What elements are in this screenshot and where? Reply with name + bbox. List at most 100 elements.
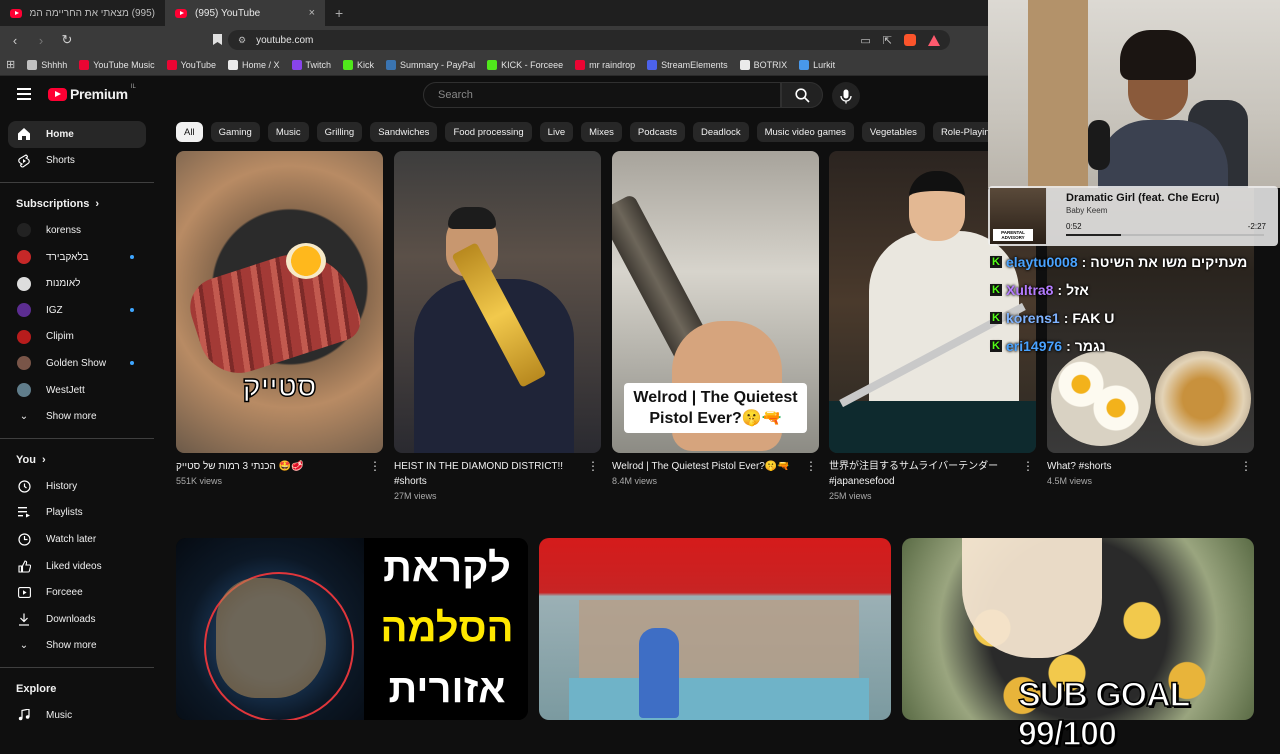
sidebar-item-subscription[interactable]: Golden Show bbox=[8, 350, 146, 377]
reload-icon[interactable]: ↻ bbox=[60, 32, 74, 48]
pool bbox=[569, 678, 869, 720]
bookmark-item[interactable]: mr raindrop bbox=[575, 59, 635, 70]
filter-chip[interactable]: Role-Playing bbox=[932, 122, 988, 142]
forward-icon[interactable]: › bbox=[34, 33, 48, 48]
sidebar-item-forceee[interactable]: Forceee bbox=[8, 579, 146, 606]
brave-rewards-icon[interactable] bbox=[928, 34, 940, 46]
bookmark-icon[interactable] bbox=[210, 33, 224, 48]
bookmark-item[interactable]: YouTube Music bbox=[79, 59, 155, 70]
menu-icon[interactable] bbox=[17, 88, 31, 100]
short-title: 世界が注目するサムライバーテンダー #japanesefood ⋮ bbox=[829, 459, 1036, 489]
short-title-text: 世界が注目するサムライバーテンダー #japanesefood bbox=[829, 461, 999, 487]
short-thumbnail[interactable] bbox=[394, 151, 601, 453]
more-actions-icon[interactable]: ⋮ bbox=[587, 459, 599, 474]
sidebar-item-watch-later[interactable]: Watch later bbox=[8, 526, 146, 553]
filter-chip[interactable]: Vegetables bbox=[861, 122, 925, 142]
bookmark-item[interactable]: Twitch bbox=[291, 59, 331, 70]
browser-tab[interactable]: (995) מצאתי את החריימה המושלמת. bbox=[0, 0, 165, 26]
bookmark-item[interactable]: StreamElements bbox=[647, 59, 728, 70]
filter-chip[interactable]: Music video games bbox=[756, 122, 854, 142]
avatar bbox=[17, 250, 31, 265]
bookmark-item[interactable]: Lurkit bbox=[799, 59, 836, 70]
sidebar-item-liked-videos[interactable]: Liked videos bbox=[8, 553, 146, 580]
bookmark-item[interactable]: Kick bbox=[343, 59, 374, 70]
bookmark-item[interactable]: Shhhh bbox=[27, 59, 67, 70]
bookmark-label: Summary - PayPal bbox=[400, 59, 476, 70]
chat-text: מעתיקים משו את השיטה bbox=[1090, 254, 1248, 270]
avatar bbox=[17, 223, 31, 238]
back-icon[interactable]: ‹ bbox=[8, 33, 22, 48]
site-info-icon[interactable]: ⚙ bbox=[238, 35, 246, 46]
more-actions-icon[interactable]: ⋮ bbox=[369, 459, 381, 474]
more-actions-icon[interactable]: ⋮ bbox=[1240, 459, 1252, 474]
voice-search-button[interactable] bbox=[832, 82, 860, 110]
bookmark-item[interactable]: KICK - Forceee bbox=[487, 59, 563, 70]
filter-chip[interactable]: All bbox=[176, 122, 203, 142]
sidebar-item-shorts[interactable]: Shorts bbox=[8, 148, 146, 175]
filter-chip[interactable]: Mixes bbox=[581, 122, 622, 142]
sidebar-item-subscription[interactable]: korenss bbox=[8, 217, 146, 244]
short-card[interactable]: HEIST IN THE DIAMOND DISTRICT!! #shorts … bbox=[394, 151, 601, 501]
youtube-premium-logo[interactable]: Premium IL bbox=[48, 84, 136, 102]
sidebar-item-subscription[interactable]: Clipim bbox=[8, 324, 146, 351]
avatar bbox=[17, 303, 31, 318]
apps-icon[interactable]: ⊞ bbox=[6, 58, 15, 71]
sidebar-item-label: Playlists bbox=[46, 507, 83, 519]
video-thumbnail[interactable] bbox=[539, 538, 891, 720]
video-thumbnail[interactable]: לקראת הסלמה אזורית bbox=[176, 538, 528, 720]
sidebar-item-home[interactable]: Home bbox=[8, 121, 146, 148]
sidebar-item-label: Liked videos bbox=[46, 560, 102, 572]
bookmark-item[interactable]: Summary - PayPal bbox=[386, 59, 476, 70]
wall-panel bbox=[1028, 0, 1088, 188]
sidebar-item-subscription[interactable]: בלאקבירד bbox=[8, 244, 146, 271]
short-thumbnail[interactable]: Welrod | The Quietest Pistol Ever?🤫🔫 bbox=[612, 151, 819, 453]
you-heading[interactable]: You › bbox=[0, 447, 154, 473]
share-icon[interactable]: ⇱ bbox=[883, 34, 892, 47]
filter-chip[interactable]: Gaming bbox=[210, 122, 260, 142]
bookmark-label: Lurkit bbox=[813, 59, 836, 70]
channel-avatar-icon bbox=[16, 302, 32, 318]
short-card[interactable]: סטייק הכנתי 3 רמות של סטייק 🤩🥩 ⋮ 551K vi… bbox=[176, 151, 383, 486]
show-more-you[interactable]: ⌄ Show more bbox=[8, 633, 146, 660]
bookmark-item[interactable]: YouTube bbox=[166, 59, 216, 70]
sidebar-item-subscription[interactable]: WestJett bbox=[8, 377, 146, 404]
logo-text: Premium bbox=[70, 86, 128, 102]
filter-chip[interactable]: Grilling bbox=[316, 122, 363, 142]
channel-avatar-icon bbox=[16, 249, 32, 265]
sidebar-item-subscription[interactable]: IGZ bbox=[8, 297, 146, 324]
url-text: youtube.com bbox=[256, 34, 314, 46]
more-actions-icon[interactable]: ⋮ bbox=[805, 459, 817, 474]
short-card[interactable]: Welrod | The Quietest Pistol Ever?🤫🔫 Wel… bbox=[612, 151, 819, 486]
streamer-webcam bbox=[988, 0, 1280, 188]
filter-chip[interactable]: Music bbox=[267, 122, 309, 142]
close-icon[interactable]: × bbox=[309, 7, 315, 19]
lurkit-icon bbox=[799, 59, 810, 70]
counter bbox=[829, 401, 1036, 453]
cast-icon[interactable]: ▭ bbox=[860, 34, 870, 47]
sidebar-item-subscription[interactable]: לאומנות bbox=[8, 270, 146, 297]
sidebar-item-history[interactable]: History bbox=[8, 473, 146, 500]
bookmark-item[interactable]: BOTRIX bbox=[739, 59, 787, 70]
url-bar[interactable]: ⚙ youtube.com ▭ ⇱ bbox=[228, 30, 950, 50]
filter-chip[interactable]: Deadlock bbox=[693, 122, 749, 142]
subscriptions-heading[interactable]: Subscriptions › bbox=[0, 191, 154, 217]
filter-chip[interactable]: Food processing bbox=[445, 122, 532, 142]
sidebar-item-music[interactable]: Music bbox=[8, 702, 146, 729]
more-actions-icon[interactable]: ⋮ bbox=[1022, 459, 1034, 474]
sidebar-item-downloads[interactable]: Downloads bbox=[8, 606, 146, 633]
bookmark-item[interactable]: Home / X bbox=[228, 59, 280, 70]
filter-chips: All Gaming Music Grilling Sandwiches Food pro… bbox=[176, 122, 988, 142]
brave-shields-icon[interactable] bbox=[904, 34, 916, 46]
filter-chip[interactable]: Live bbox=[539, 122, 574, 142]
show-more-subscriptions[interactable]: ⌄ Show more bbox=[8, 403, 146, 430]
filter-chip[interactable]: Podcasts bbox=[629, 122, 685, 142]
sidebar-item-playlists[interactable]: Playlists bbox=[8, 500, 146, 527]
short-views: 4.5M views bbox=[1047, 476, 1093, 486]
filter-chip[interactable]: Sandwiches bbox=[370, 122, 438, 142]
search-button[interactable] bbox=[781, 82, 823, 108]
new-tab-button[interactable]: + bbox=[325, 5, 353, 21]
browser-tab-active[interactable]: (995) YouTube × bbox=[165, 0, 325, 26]
search-input[interactable]: Search bbox=[423, 82, 781, 108]
short-thumbnail[interactable]: סטייק bbox=[176, 151, 383, 453]
sidebar-item-label: WestJett bbox=[46, 384, 85, 396]
